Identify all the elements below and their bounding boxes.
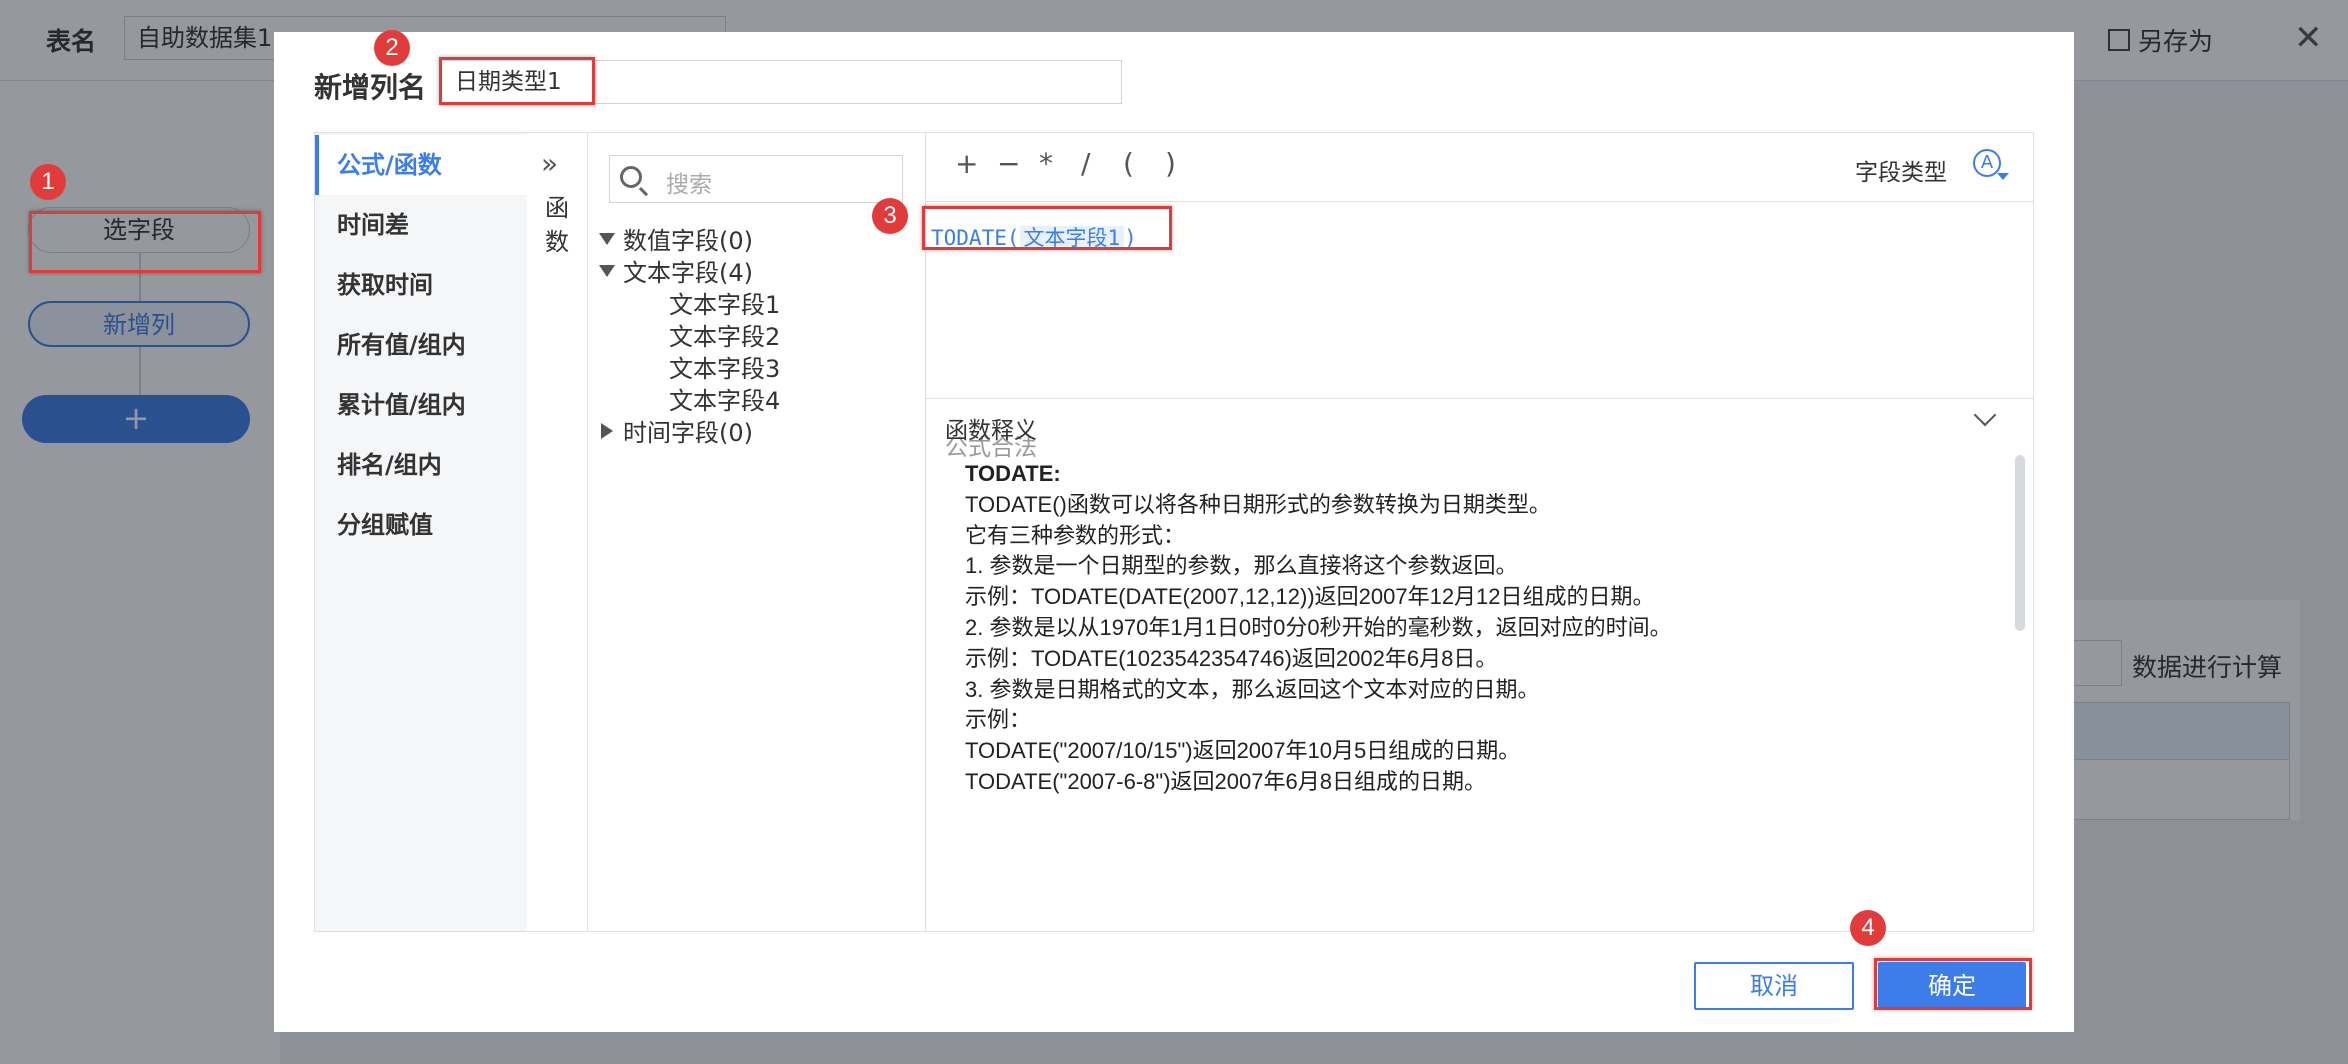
new-column-dialog: 新增列名 日期类型1 公式/函数 时间差 获取时间 所有值/组内 累计值/组内 … [274, 32, 2074, 1032]
explain-line: 示例：TODATE(1023542354746)返回2002年6月8日。 [965, 645, 1498, 671]
caret-down-icon [599, 264, 615, 277]
explain-line: TODATE("2007/10/15")返回2007年10月5日组成的日期。 [965, 738, 1521, 764]
highlight-box-3 [922, 206, 1172, 250]
explain-text: TODATE: TODATE()函数可以将各种日期形式的参数转换为日期类型。 它… [965, 459, 1672, 798]
expand-icon[interactable]: » [541, 147, 558, 180]
search-icon [620, 166, 642, 188]
field-type-label: 字段类型 [1855, 160, 1947, 186]
caret-down-icon [599, 232, 615, 245]
formula-editor: + − * / ( ) 字段类型 A TODATE(文本字段1) 公式合法 函数… [925, 133, 2033, 931]
op-plus-button[interactable]: + [955, 147, 978, 180]
op-divide-button[interactable]: / [1081, 147, 1090, 180]
tree-group-text[interactable]: 文本字段(4) [599, 253, 753, 288]
explain-body: TODATE: TODATE()函数可以将各种日期形式的参数转换为日期类型。 它… [925, 453, 2033, 931]
category-cumulative[interactable]: 累计值/组内 [315, 375, 527, 435]
category-group-assign[interactable]: 分组赋值 [315, 495, 527, 555]
tree-group-label: 时间字段(0) [623, 419, 753, 447]
field-item[interactable]: 文本字段2 [669, 317, 780, 352]
tree-group-numeric[interactable]: 数值字段(0) [599, 221, 753, 256]
explain-title: 函数释义 [945, 418, 1037, 444]
cancel-button[interactable]: 取消 [1694, 962, 1854, 1010]
explain-header[interactable]: 函数释义 [925, 398, 2033, 453]
explain-line: 2. 参数是以从1970年1月1日0时0分0秒开始的毫秒数，返回对应的时间。 [965, 614, 1672, 640]
explain-line: TODATE()函数可以将各种日期形式的参数转换为日期类型。 [965, 491, 1551, 517]
step-marker-3: 3 [872, 198, 908, 234]
field-item[interactable]: 文本字段1 [669, 285, 780, 320]
explain-line: TODATE: [965, 461, 1061, 486]
highlight-box-2 [439, 57, 595, 105]
step-marker-4: 4 [1850, 910, 1886, 946]
function-label: 函数 [545, 194, 569, 256]
dialog-title: 新增列名 [314, 71, 427, 104]
highlight-box-1 [29, 211, 261, 273]
explain-line: 它有三种参数的形式： [965, 522, 1186, 548]
caret-down-icon[interactable] [1997, 173, 2009, 180]
scrollbar[interactable] [2015, 455, 2025, 631]
operator-toolbar: + − * / ( ) 字段类型 A [925, 133, 2033, 202]
field-item[interactable]: 文本字段3 [669, 349, 780, 384]
step-marker-2: 2 [374, 30, 410, 66]
op-rparen-button[interactable]: ) [1165, 147, 1176, 180]
explain-line: TODATE("2007-6-8")返回2007年6月8日组成的日期。 [965, 768, 1486, 794]
field-item[interactable]: 文本字段4 [669, 381, 780, 416]
highlight-box-4 [1874, 958, 2032, 1010]
step-marker-1: 1 [30, 164, 66, 200]
category-formula[interactable]: 公式/函数 [315, 135, 527, 195]
category-get-time[interactable]: 获取时间 [315, 255, 527, 315]
tree-group-label: 数值字段(0) [623, 227, 753, 255]
chevron-down-icon[interactable] [1973, 403, 1997, 427]
formula-editor-frame: 公式/函数 时间差 获取时间 所有值/组内 累计值/组内 排名/组内 分组赋值 … [314, 132, 2034, 932]
category-time-diff[interactable]: 时间差 [315, 195, 527, 255]
tree-group-label: 文本字段(4) [623, 259, 753, 287]
caret-right-icon [601, 422, 613, 439]
search-input[interactable]: 搜索 [609, 155, 903, 203]
op-minus-button[interactable]: − [997, 147, 1020, 180]
function-panel-toggle[interactable]: » 函数 [527, 133, 588, 931]
explain-line: 示例：TODATE(DATE(2007,12,12))返回2007年12月12日… [965, 584, 1655, 610]
category-rank[interactable]: 排名/组内 [315, 435, 527, 495]
search-placeholder: 搜索 [666, 172, 712, 198]
explain-line: 1. 参数是一个日期型的参数，那么直接将这个参数返回。 [965, 553, 1518, 579]
explain-line: 3. 参数是日期格式的文本，那么返回这个文本对应的日期。 [965, 676, 1540, 702]
op-multiply-button[interactable]: * [1039, 147, 1053, 180]
op-lparen-button[interactable]: ( [1123, 147, 1134, 180]
category-list: 公式/函数 时间差 获取时间 所有值/组内 累计值/组内 排名/组内 分组赋值 [315, 133, 527, 931]
category-all-values[interactable]: 所有值/组内 [315, 315, 527, 375]
tree-group-time[interactable]: 时间字段(0) [599, 413, 753, 448]
field-list: 搜索 数值字段(0) 文本字段(4) 文本字段1 文本字段2 文本字段3 文本字… [587, 133, 926, 931]
explain-line: 示例： [965, 707, 1032, 733]
